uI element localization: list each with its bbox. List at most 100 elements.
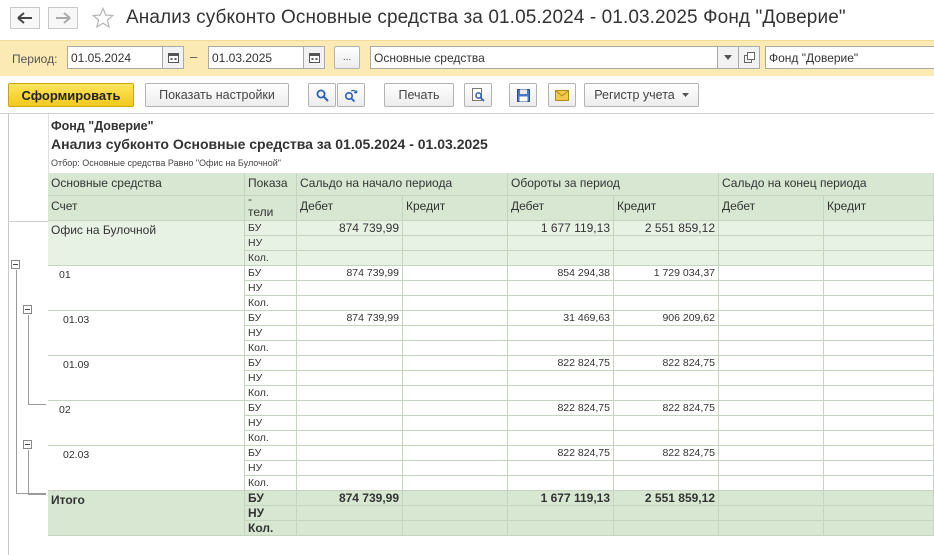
print-button[interactable]: Печать: [384, 83, 454, 107]
save-icon: [516, 88, 530, 102]
opening-debit-cell: [297, 281, 403, 296]
subconto-select[interactable]: Основные средства: [370, 46, 718, 69]
period-label: Период:: [12, 52, 58, 66]
table-cell: [403, 491, 508, 506]
generate-button[interactable]: Сформировать: [8, 83, 134, 107]
table-cell: [719, 386, 824, 401]
table-cell: [824, 311, 934, 326]
back-button[interactable]: [10, 7, 40, 29]
report-organization: Фонд "Доверие": [51, 119, 154, 133]
search-button[interactable]: [308, 83, 336, 107]
group-label: 02: [59, 404, 71, 416]
header-account: Счет: [51, 199, 78, 213]
group-label: 02.03: [63, 449, 90, 461]
back-arrow-icon: [17, 12, 32, 24]
turnover-debit-cell: 31 469,63: [563, 312, 610, 324]
header-asset: Основные средства: [51, 176, 162, 190]
indicator-cell: БУ: [248, 357, 262, 369]
turnover-debit-cell: [508, 416, 614, 431]
indicator-cell: НУ: [248, 282, 263, 294]
table-cell: [403, 356, 508, 371]
find-next-button[interactable]: [337, 83, 365, 107]
table-cell: [719, 476, 824, 491]
table-cell: [719, 461, 824, 476]
indicator-cell: Кол.: [248, 477, 269, 489]
opening-debit-cell: [297, 461, 403, 476]
date-to-calendar-button[interactable]: [303, 46, 325, 69]
turnover-debit-cell: [508, 371, 614, 386]
indicator-cell: БУ: [248, 447, 262, 459]
date-from-field[interactable]: 01.05.2024: [67, 46, 163, 69]
turnover-debit-cell: [508, 521, 614, 536]
turnover-credit-cell: 822 824,75: [662, 447, 715, 459]
table-cell: [719, 311, 824, 326]
opening-debit-cell: [297, 476, 403, 491]
table-cell: [824, 236, 934, 251]
forward-arrow-icon: [56, 12, 71, 24]
email-button[interactable]: [548, 83, 576, 107]
table-cell: [403, 476, 508, 491]
turnover-credit-cell: [614, 296, 719, 311]
title-bar: Анализ субконто Основные средства за 01.…: [0, 0, 934, 38]
dropdown-arrow-icon: [724, 55, 732, 60]
collapse-group-button[interactable]: [23, 440, 32, 449]
turnover-credit-cell: [614, 251, 719, 266]
table-cell: [824, 521, 934, 536]
header-indicator: Показа: [248, 176, 288, 190]
table-cell: [824, 416, 934, 431]
table-cell: [824, 431, 934, 446]
indicator-cell: Кол.: [248, 387, 269, 399]
save-button[interactable]: [509, 83, 537, 107]
date-separator: –: [190, 49, 198, 64]
favorite-star-icon[interactable]: [92, 7, 114, 29]
report-spreadsheet[interactable]: Фонд "Доверие" Анализ субконто Основные …: [0, 113, 934, 555]
indicator-cell: НУ: [248, 237, 263, 249]
find-next-icon: [344, 89, 358, 102]
turnover-debit-cell: [508, 461, 614, 476]
opening-debit-cell: [297, 296, 403, 311]
table-cell: [403, 266, 508, 281]
table-cell: [403, 446, 508, 461]
turnover-credit-cell: 1 729 034,37: [653, 267, 715, 279]
print-preview-button[interactable]: [464, 83, 492, 107]
subconto-dropdown-button[interactable]: [717, 46, 739, 69]
date-from-calendar-button[interactable]: [162, 46, 184, 69]
indicator-cell: Кол.: [248, 521, 274, 535]
header-credit: Кредит: [827, 199, 867, 213]
report-title: Анализ субконто Основные средства за 01.…: [51, 136, 488, 152]
turnover-debit-cell: [508, 281, 614, 296]
subconto-open-button[interactable]: [738, 46, 760, 69]
collapse-group-button[interactable]: [11, 260, 20, 269]
opening-debit-cell: [297, 326, 403, 341]
group-label: 01: [59, 269, 71, 281]
date-to-field[interactable]: 01.03.2025: [208, 46, 304, 69]
table-cell: [824, 461, 934, 476]
collapse-group-button[interactable]: [23, 305, 32, 314]
turnover-credit-cell: [614, 416, 719, 431]
turnover-credit-cell: [614, 281, 719, 296]
register-button[interactable]: Регистр учета: [584, 83, 699, 107]
table-cell: [403, 386, 508, 401]
table-cell: [719, 326, 824, 341]
calendar-icon: [308, 53, 320, 63]
select-period-button[interactable]: ...: [334, 46, 360, 69]
header-indicator-tail: тели: [248, 205, 274, 219]
turnover-debit-cell: 822 824,75: [557, 447, 610, 459]
table-cell: [403, 221, 508, 236]
table-cell: [824, 251, 934, 266]
table-cell: [403, 281, 508, 296]
indicator-cell: БУ: [248, 491, 264, 505]
opening-debit-cell: [297, 401, 403, 416]
show-settings-button[interactable]: Показать настройки: [145, 83, 289, 107]
opening-debit-cell: [297, 251, 403, 266]
report-toolbar: Сформировать Показать настройки Печать Р…: [0, 78, 934, 112]
group-label: Офис на Булочной: [51, 223, 157, 237]
organization-field[interactable]: Фонд "Доверие": [765, 46, 934, 69]
register-button-label: Регистр учета: [594, 88, 675, 102]
opening-debit-cell: 874 739,99: [346, 267, 399, 279]
forward-button[interactable]: [48, 7, 78, 29]
turnover-debit-cell: [508, 251, 614, 266]
turnover-debit-cell: [508, 341, 614, 356]
indicator-cell: НУ: [248, 462, 263, 474]
header-debit: Дебет: [511, 199, 545, 213]
